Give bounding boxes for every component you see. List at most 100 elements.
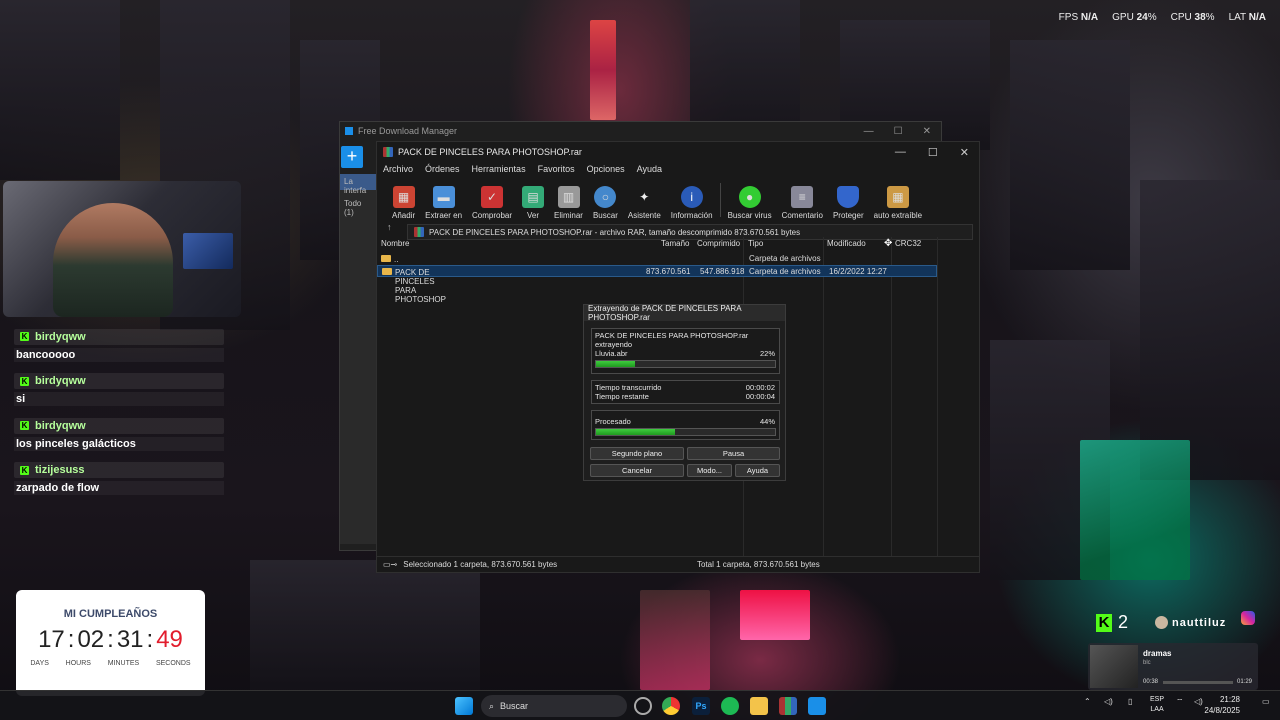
add-button[interactable]: ▦ Añadir — [387, 178, 420, 220]
virus-scan-button[interactable]: ● Buscar virus — [723, 178, 777, 220]
protect-button[interactable]: Proteger — [828, 178, 869, 220]
wizard-button[interactable]: ✦ Asistente — [623, 178, 666, 220]
fdm-taskbar-icon[interactable] — [808, 697, 826, 715]
processed-label: Procesado — [595, 417, 631, 426]
menu-opciones[interactable]: Opciones — [587, 164, 625, 174]
separator: : — [146, 626, 154, 653]
fdm-sidebar: La interfa Todo (1) — [340, 174, 377, 544]
taskbar-clock[interactable]: 21:28 24/8/2025 — [1204, 694, 1240, 716]
tool-label: Información — [670, 211, 713, 220]
row-name: PACK DE PINCELES PARA PHOTOSHOP — [395, 268, 446, 304]
help-button[interactable]: Ayuda — [735, 464, 780, 477]
comment-button[interactable]: ≡ Comentario — [777, 178, 828, 220]
network-icon[interactable]: ⌔ — [1176, 697, 1184, 707]
tool-label: Buscar — [592, 211, 618, 220]
kick-logo-icon: K — [1096, 613, 1112, 632]
chat-message: Kbirdyqww bancooooo — [14, 326, 224, 362]
status-bar: ▭⊸ Seleccionado 1 carpeta, 873.670.561 b… — [377, 556, 979, 572]
green-rooftop — [1080, 440, 1190, 580]
instagram-icon — [1241, 611, 1255, 625]
menu-ayuda[interactable]: Ayuda — [637, 164, 662, 174]
col-name[interactable]: Nombre — [381, 239, 409, 248]
background-button[interactable]: Segundo plano — [590, 447, 684, 460]
maximize-icon[interactable]: ☐ — [894, 126, 903, 137]
app-icon[interactable] — [634, 697, 652, 715]
cancel-button[interactable]: Cancelar — [590, 464, 684, 477]
language-indicator[interactable]: ESP LAA — [1150, 695, 1164, 715]
total-progress-bar — [595, 428, 776, 436]
magnifier-icon: ○ — [594, 186, 617, 208]
background-monitor — [183, 233, 233, 269]
search-icon: ⌕ — [489, 700, 495, 711]
windows-start-icon[interactable] — [455, 697, 473, 715]
song-elapsed: 00:38 — [1143, 679, 1159, 685]
chrome-icon[interactable] — [662, 697, 680, 715]
column-divider — [937, 237, 938, 557]
billboard — [740, 590, 810, 640]
mic-icon[interactable]: ▯ — [1128, 697, 1132, 706]
menu-favoritos[interactable]: Favoritos — [538, 164, 575, 174]
toolbar: ▦ Añadir ▬ Extraer en ✓ Comprobar ▤ Ver ▥ Eli… — [377, 178, 979, 220]
delete-button[interactable]: ▥ Eliminar — [549, 178, 588, 220]
menu-ordenes[interactable]: Órdenes — [425, 164, 460, 174]
current-file: Lluvia.abr — [595, 349, 628, 358]
speaker-icon[interactable]: ◁) — [1194, 697, 1203, 706]
col-modified[interactable]: Modificado — [827, 239, 866, 248]
tool-label: Proteger — [832, 211, 864, 220]
fdm-sidebar-item-all[interactable]: Todo (1) — [340, 196, 377, 217]
minimize-icon[interactable]: — — [864, 126, 874, 137]
file-explorer-icon[interactable] — [750, 697, 768, 715]
col-size[interactable]: Tamaño — [661, 239, 689, 248]
info-button[interactable]: i Información — [666, 178, 718, 220]
sfx-button[interactable]: ▦ auto extraíble — [869, 178, 927, 220]
menu-archivo[interactable]: Archivo — [383, 164, 413, 174]
tool-label: Eliminar — [554, 211, 583, 220]
menu-herramientas[interactable]: Herramientas — [472, 164, 526, 174]
fps-readout: FPS N/A — [1058, 12, 1099, 23]
test-button[interactable]: ✓ Comprobar — [467, 178, 517, 220]
spotify-icon[interactable] — [721, 697, 739, 715]
total-progress-box: Procesado 44% — [591, 410, 780, 440]
extraction-dialog[interactable]: Extrayendo de PACK DE PINCELES PARA PHOT… — [583, 304, 786, 481]
volume-icon[interactable]: ◁) — [1104, 697, 1113, 706]
col-type[interactable]: Tipo — [748, 239, 763, 248]
wand-icon: ✦ — [639, 190, 650, 204]
pause-button[interactable]: Pausa — [687, 447, 780, 460]
col-crc[interactable]: CRC32 — [895, 239, 921, 248]
maximize-icon[interactable]: ☐ — [928, 146, 938, 159]
kick-badge-icon: K — [20, 421, 29, 430]
tool-label: Extraer en — [425, 211, 463, 220]
tray-chevron-icon[interactable]: ⌃ — [1084, 697, 1091, 706]
view-button[interactable]: ▤ Ver — [517, 178, 549, 220]
notification-icon[interactable]: ▭ — [1262, 697, 1270, 706]
close-icon[interactable]: ✕ — [960, 146, 969, 159]
brand-name: nauttiluz — [1172, 616, 1227, 629]
countdown-title: MI CUMPLEAÑOS — [63, 608, 158, 620]
folder-icon — [381, 255, 391, 262]
song-total: 01:29 — [1236, 679, 1252, 685]
up-folder-icon[interactable]: ↑ — [387, 222, 392, 232]
gpu-readout: GPU 24% — [1112, 12, 1157, 23]
chat-message: Ktizijesuss zarpado de flow — [14, 460, 224, 495]
tool-label: auto extraíble — [873, 211, 923, 220]
table-row[interactable]: .. Carpeta de archivos — [377, 253, 937, 265]
info-icon: i — [680, 186, 703, 208]
add-download-button[interactable]: + — [341, 146, 363, 168]
chat-message: Kbirdyqww si — [14, 371, 224, 406]
winrar-taskbar-icon[interactable] — [779, 697, 797, 715]
chat-username: birdyqww — [35, 375, 86, 387]
col-packed[interactable]: Comprimido — [697, 239, 740, 248]
find-button[interactable]: ○ Buscar — [588, 178, 623, 220]
avatar — [1155, 616, 1168, 629]
photoshop-icon[interactable]: Ps — [692, 697, 710, 715]
mode-button[interactable]: Modo... — [687, 464, 732, 477]
close-icon[interactable]: ✕ — [923, 126, 931, 137]
minimize-icon[interactable]: — — [895, 146, 906, 159]
taskbar-search[interactable]: ⌕ Buscar — [481, 695, 627, 717]
birthday-countdown: MI CUMPLEAÑOS 17: 02: 31: 49 DAYS HOURS … — [16, 590, 205, 696]
table-row[interactable]: PACK DE PINCELES PARA PHOTOSHOP 873.670.… — [377, 265, 937, 304]
status-selected: Seleccionado 1 carpeta, 873.670.561 byte… — [403, 560, 558, 569]
tool-label: Comentario — [781, 211, 823, 220]
fdm-sidebar-item[interactable]: La interfa — [340, 174, 377, 195]
extract-button[interactable]: ▬ Extraer en — [420, 178, 467, 220]
